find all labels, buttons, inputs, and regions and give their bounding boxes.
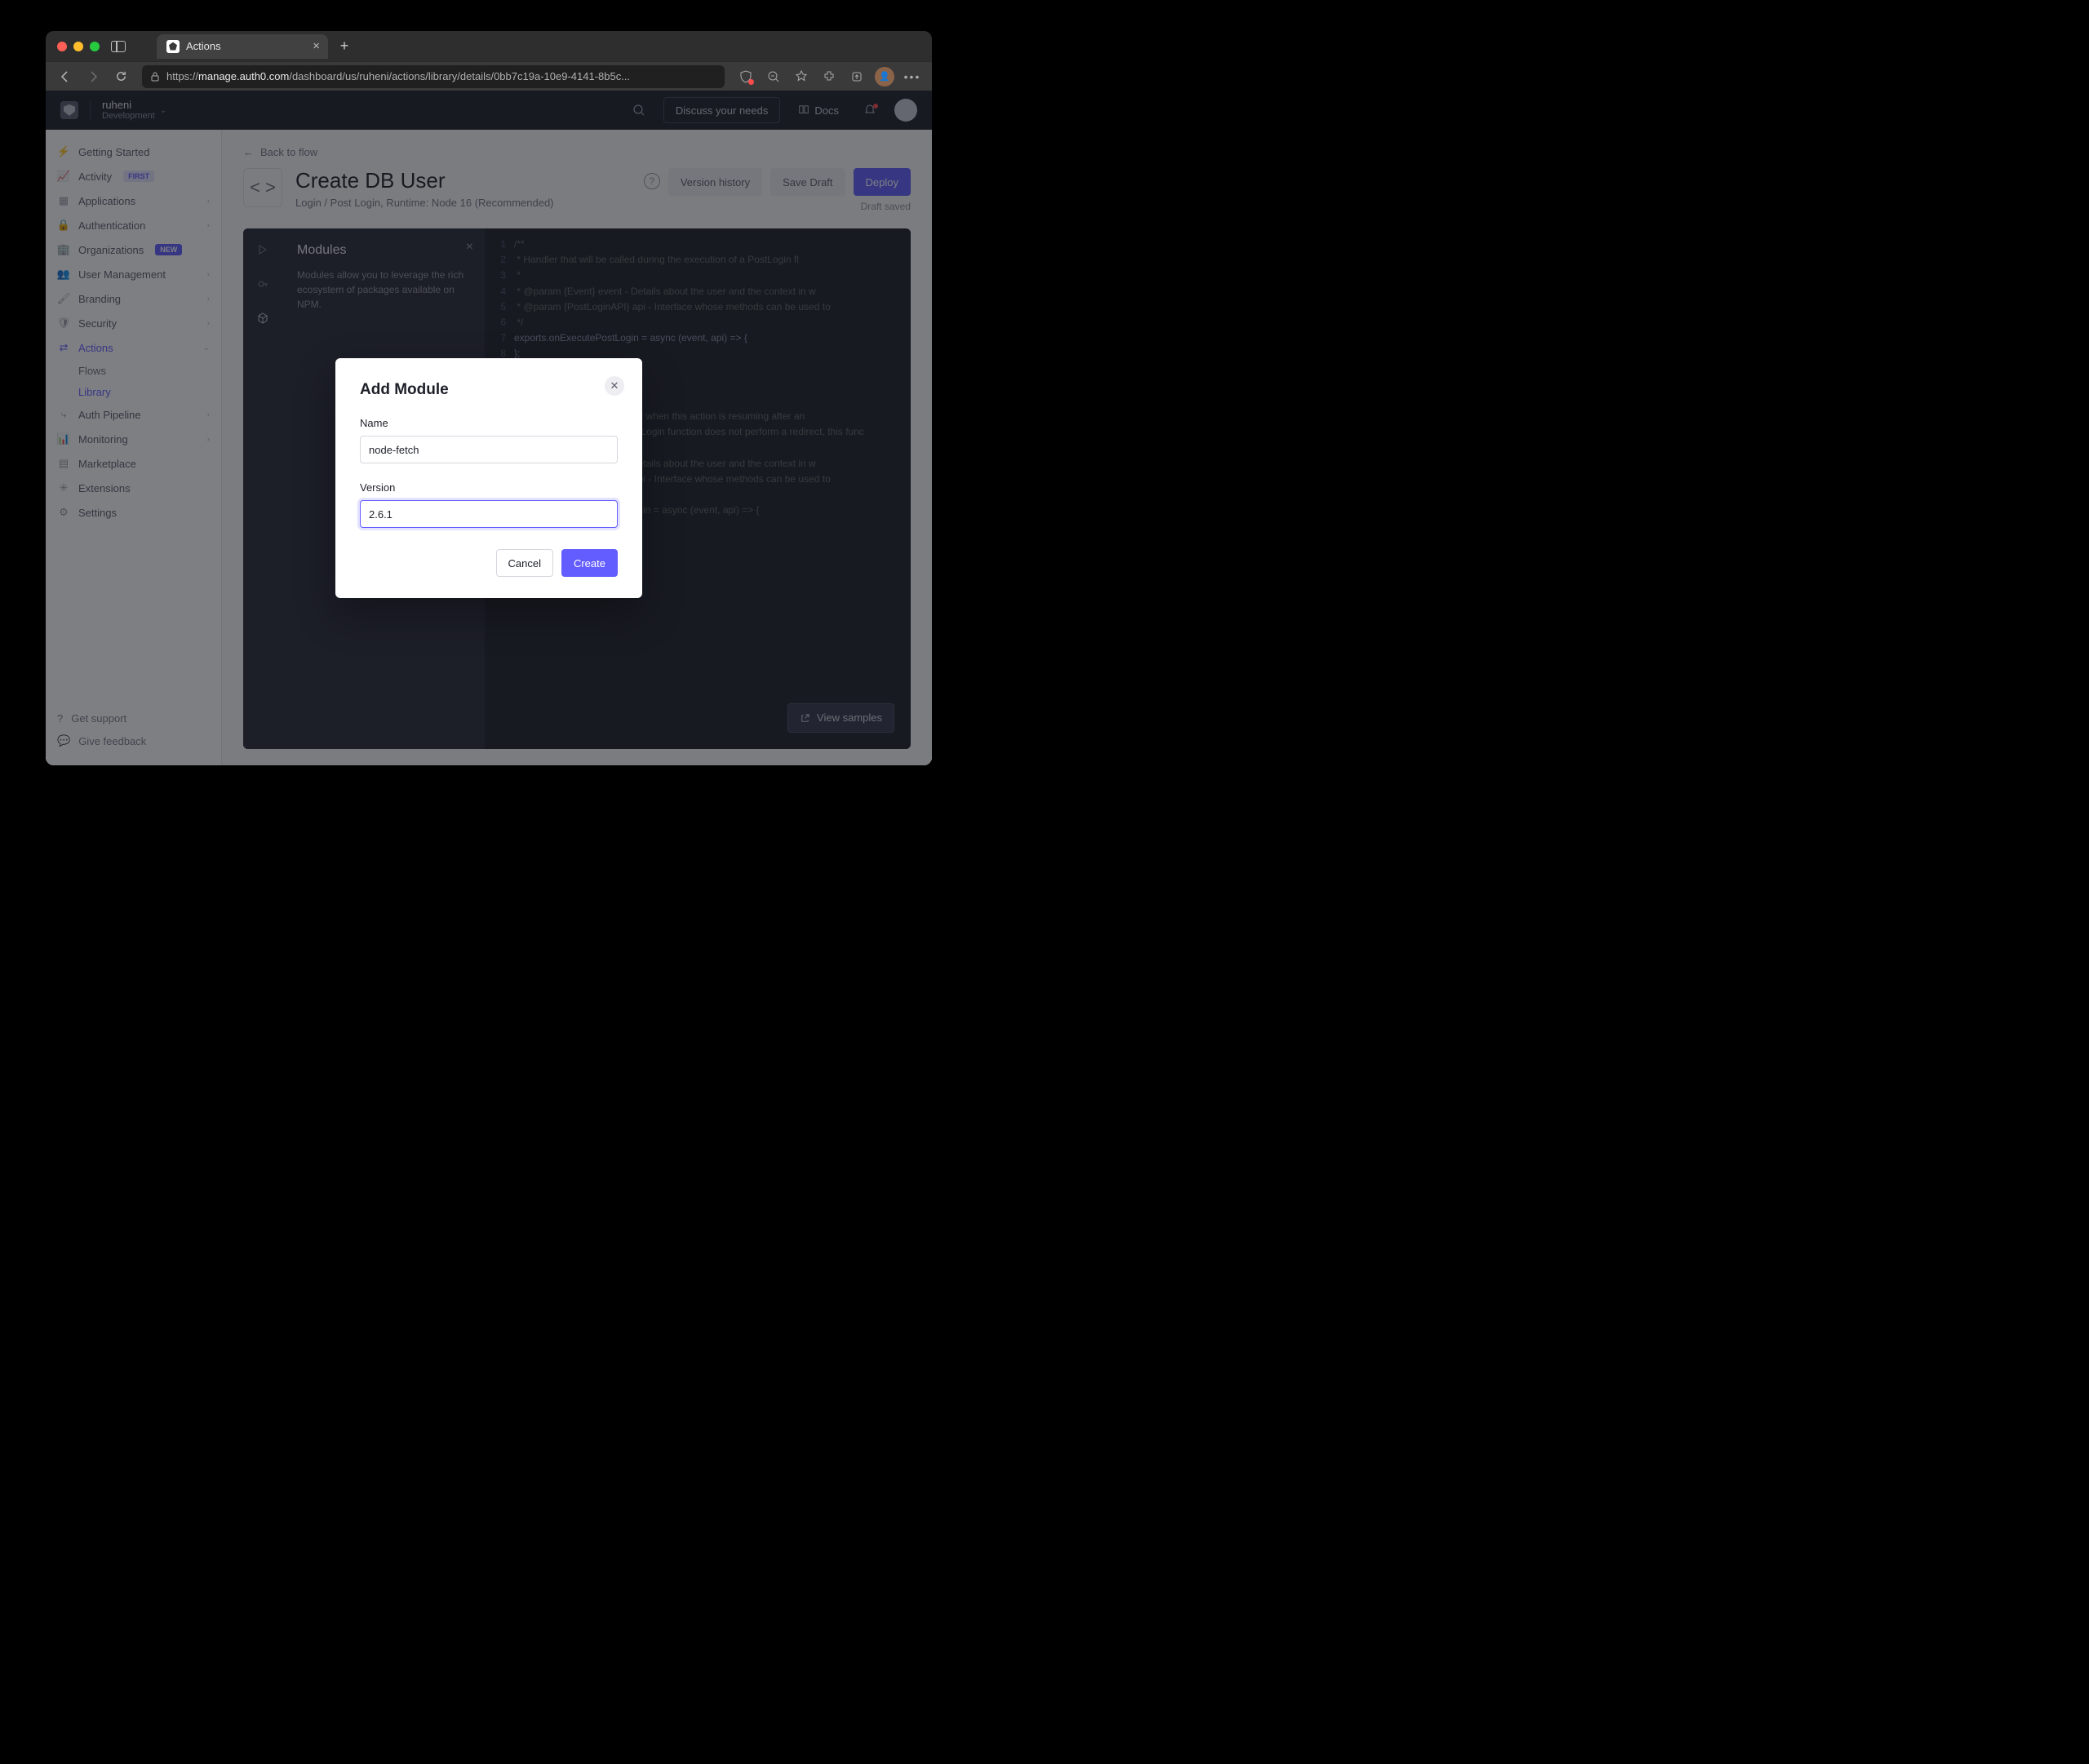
- share-icon[interactable]: [845, 65, 868, 88]
- bookmark-icon[interactable]: [790, 65, 813, 88]
- cancel-button[interactable]: Cancel: [496, 549, 553, 577]
- tabstrip: Actions × +: [157, 34, 356, 59]
- browser-tab[interactable]: Actions ×: [157, 34, 328, 59]
- reload-button[interactable]: [109, 65, 132, 88]
- window-minimize[interactable]: [73, 42, 83, 51]
- window-zoom[interactable]: [90, 42, 100, 51]
- back-button[interactable]: [54, 65, 77, 88]
- window-close[interactable]: [57, 42, 67, 51]
- browser-window: Actions × + https://manage.auth0.com/das…: [46, 31, 932, 765]
- overflow-menu[interactable]: •••: [901, 65, 924, 88]
- new-tab-button[interactable]: +: [333, 35, 356, 58]
- create-button[interactable]: Create: [561, 549, 618, 577]
- sidebar-toggle[interactable]: [111, 41, 126, 52]
- forward-button[interactable]: [82, 65, 104, 88]
- module-version-input[interactable]: [360, 500, 618, 528]
- version-label: Version: [360, 481, 618, 494]
- url-text: https://manage.auth0.com/dashboard/us/ru…: [166, 70, 716, 82]
- auth0-favicon: [166, 40, 180, 53]
- add-module-modal: ✕ Add Module Name Version Cancel Create: [335, 358, 642, 598]
- titlebar: Actions × +: [46, 31, 932, 61]
- profile-avatar[interactable]: 👤: [873, 65, 896, 88]
- lock-icon: [150, 71, 160, 82]
- tab-close-icon[interactable]: ×: [313, 39, 320, 53]
- module-name-input[interactable]: [360, 436, 618, 463]
- shield-icon[interactable]: [734, 65, 757, 88]
- extensions-icon[interactable]: [818, 65, 840, 88]
- app-root: ruheni Development ⌄ Discuss your needs …: [46, 91, 932, 765]
- modal-overlay[interactable]: ✕ Add Module Name Version Cancel Create: [46, 91, 932, 765]
- url-box[interactable]: https://manage.auth0.com/dashboard/us/ru…: [142, 65, 725, 88]
- zoom-icon[interactable]: [762, 65, 785, 88]
- tab-title: Actions: [186, 40, 221, 52]
- modal-title: Add Module: [360, 381, 618, 399]
- url-bar-row: https://manage.auth0.com/dashboard/us/ru…: [46, 61, 932, 91]
- name-label: Name: [360, 417, 618, 429]
- modal-close-button[interactable]: ✕: [605, 376, 624, 396]
